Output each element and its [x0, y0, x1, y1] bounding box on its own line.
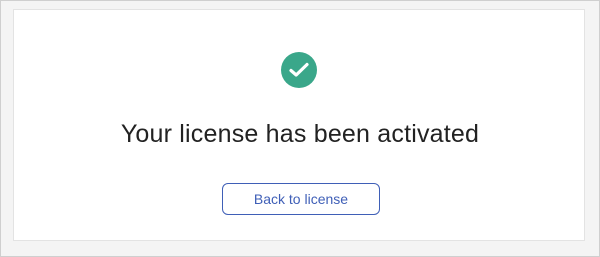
activation-title: Your license has been activated [120, 120, 480, 148]
back-to-license-button[interactable]: Back to license [222, 183, 380, 215]
check-circle-icon [281, 52, 317, 88]
activation-success-card: Your license has been activated Back to … [13, 9, 585, 241]
screenshot-frame: Your license has been activated Back to … [0, 0, 600, 257]
